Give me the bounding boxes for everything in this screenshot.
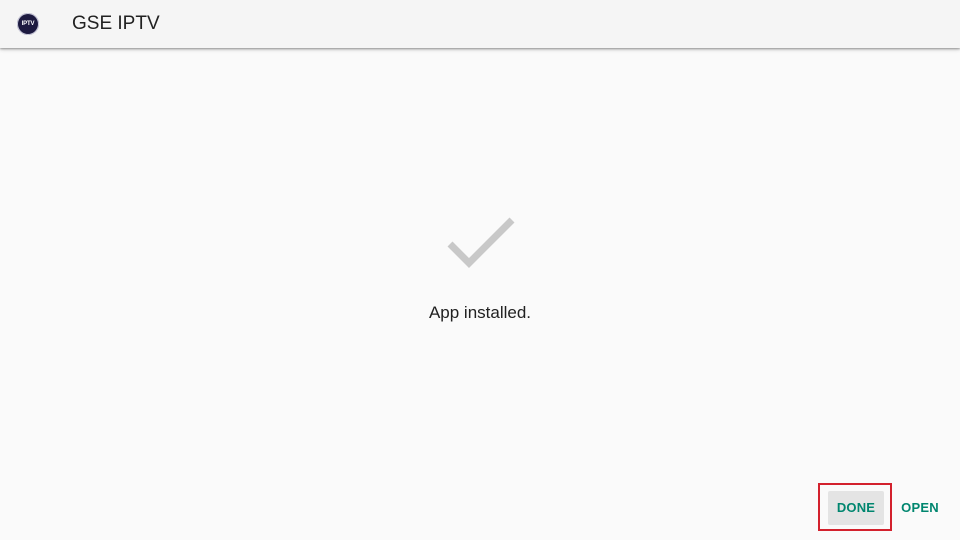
install-result-panel (0, 48, 960, 540)
app-logo-icon: IPTV (17, 13, 39, 35)
open-button[interactable]: OPEN (896, 491, 944, 525)
app-title: GSE IPTV (72, 13, 160, 34)
install-status-text: App installed. (428, 303, 532, 322)
app-bar: IPTV GSE IPTV (0, 0, 960, 48)
checkmark-icon (447, 217, 515, 268)
done-button[interactable]: DONE (828, 491, 884, 525)
